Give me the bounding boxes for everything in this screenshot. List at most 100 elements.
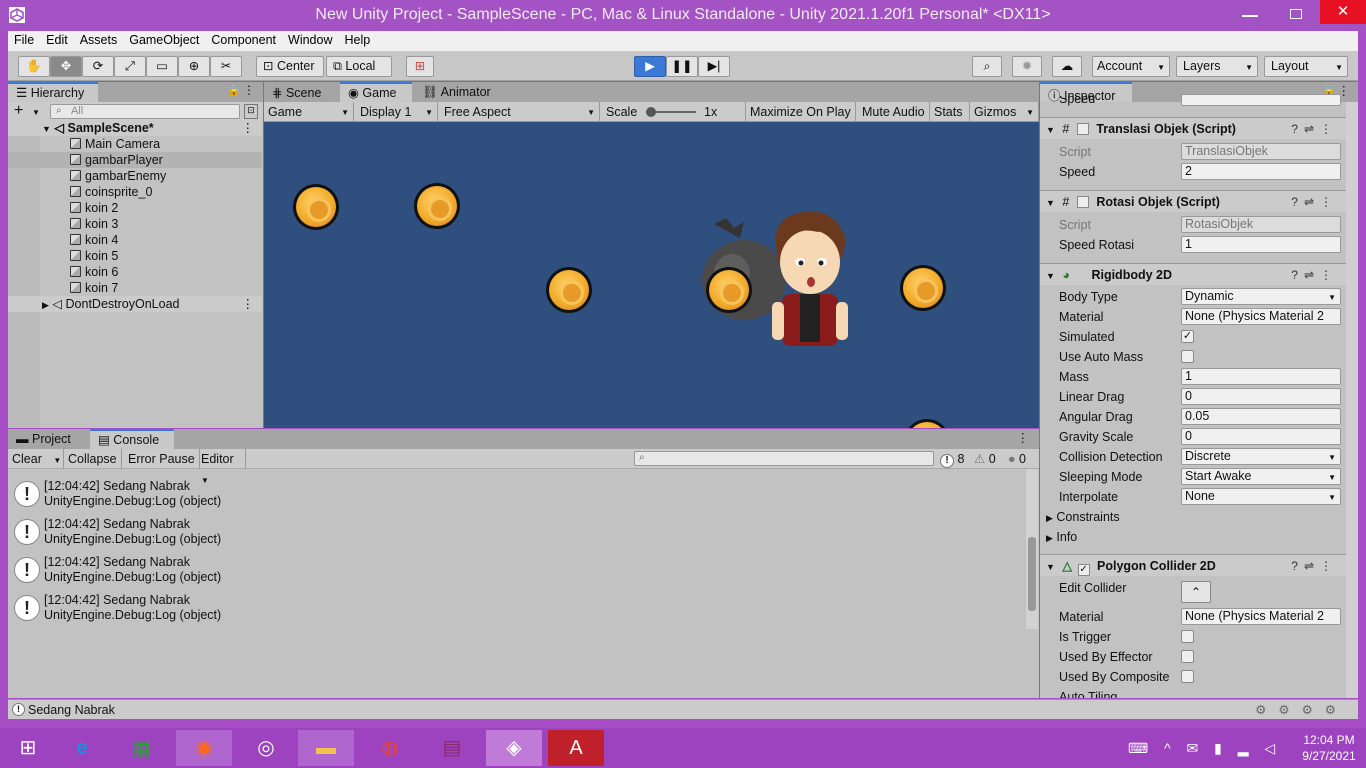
dontdestroy-row[interactable]: ▶ ◁ DontDestroyOnLoad ⋮ — [8, 296, 262, 312]
scene-row[interactable]: ▼ ◁ SampleScene* ⋮ — [8, 120, 262, 136]
hierarchy-item[interactable]: koin 4 — [8, 232, 262, 248]
game-canvas[interactable] — [264, 122, 1039, 428]
hierarchy-item[interactable]: coinsprite_0 — [8, 184, 262, 200]
hierarchy-item[interactable]: koin 5 — [8, 248, 262, 264]
system-tray-icons[interactable]: ⌨ ^ ✉ ▮ ▂ ◁ — [1128, 740, 1281, 757]
used-by-effector-checkbox[interactable] — [1181, 650, 1194, 663]
close-button[interactable]: ✕ — [1320, 0, 1366, 24]
file-explorer-icon[interactable]: ▬ — [298, 730, 354, 766]
ie-icon[interactable]: e — [54, 730, 110, 766]
interpolate-dropdown[interactable]: None — [1181, 488, 1341, 505]
tab-scene[interactable]: ⋕ Scene — [264, 82, 338, 102]
speed-rotasi-field[interactable]: 1 — [1181, 236, 1341, 253]
slider-thumb[interactable] — [646, 107, 656, 117]
hierarchy-item[interactable]: koin 7 — [8, 280, 262, 296]
lock-icon[interactable]: 🔒 — [227, 84, 241, 97]
enable-checkbox[interactable] — [1076, 123, 1089, 135]
polygon-collider-header[interactable]: ▼ △ ✓ Polygon Collider 2D ?⇌⋮ — [1040, 554, 1346, 576]
auto-mass-checkbox[interactable] — [1181, 350, 1194, 363]
winrar-icon[interactable]: ▤ — [424, 730, 480, 766]
menu-window[interactable]: Window — [282, 31, 338, 47]
menu-gameobject[interactable]: GameObject — [123, 31, 205, 47]
move-tool-icon[interactable]: ✥ — [50, 56, 82, 77]
body-type-dropdown[interactable]: Dynamic — [1181, 288, 1341, 305]
tab-game[interactable]: ◉ Game — [340, 82, 412, 102]
pivot-local-button[interactable]: ⧉ Local — [326, 56, 392, 77]
recorder-icon[interactable]: ◎ — [238, 730, 294, 766]
scrollbar-thumb[interactable] — [1028, 537, 1036, 611]
firefox-icon[interactable]: ◉ — [176, 730, 232, 766]
simulated-checkbox[interactable]: ✓ — [1181, 330, 1194, 343]
gizmos-dropdown[interactable]: Gizmos — [970, 102, 1039, 123]
hierarchy-item[interactable]: Main Camera — [8, 136, 262, 152]
store-icon[interactable]: ▦ — [114, 730, 170, 766]
stats-toggle[interactable]: Stats — [930, 102, 970, 122]
is-trigger-checkbox[interactable] — [1181, 630, 1194, 643]
enable-checkbox[interactable]: ✓ — [1077, 564, 1090, 576]
scale-tool-icon[interactable]: ⤢ — [114, 56, 146, 77]
aspect-dropdown[interactable]: Free Aspect — [440, 102, 600, 123]
console-search-input[interactable]: ⌕ — [634, 451, 934, 466]
hierarchy-item[interactable]: koin 3 — [8, 216, 262, 232]
scene-search-icon[interactable]: ⊡ — [244, 104, 258, 119]
menu-assets[interactable]: Assets — [74, 31, 124, 47]
warning-count-toggle[interactable]: ! 8 — [940, 450, 964, 468]
enable-checkbox[interactable] — [1076, 196, 1089, 208]
acrobat-icon[interactable]: A — [548, 730, 604, 766]
layers-dropdown[interactable]: Layers — [1176, 56, 1258, 77]
game-mode-dropdown[interactable]: Game — [264, 102, 354, 123]
account-dropdown[interactable]: Account — [1092, 56, 1170, 77]
status-message[interactable]: Sedang Nabrak — [28, 703, 115, 717]
scale-slider[interactable]: Scale 1x — [602, 102, 746, 122]
collider-material-field[interactable]: None (Physics Material 2 — [1181, 608, 1341, 625]
hierarchy-item[interactable]: gambarEnemy — [8, 168, 262, 184]
hand-tool-icon[interactable]: ✋ — [18, 56, 50, 77]
hierarchy-item[interactable]: koin 2 — [8, 200, 262, 216]
console-entry[interactable]: ! [12:04:42] Sedang Nabrak UnityEngine.Deb… — [8, 591, 1018, 629]
mute-audio-toggle[interactable]: Mute Audio — [858, 102, 930, 122]
minimize-button[interactable] — [1242, 15, 1258, 17]
chevron-down-icon[interactable]: ▼ — [32, 108, 40, 117]
angular-drag-field[interactable]: 0.05 — [1181, 408, 1341, 425]
display-dropdown[interactable]: Display 1 — [356, 102, 438, 123]
play-button[interactable]: ▶ — [634, 56, 666, 77]
inspector-scrollbar[interactable] — [1346, 102, 1358, 698]
linear-drag-field[interactable]: 0 — [1181, 388, 1341, 405]
menu-dots-icon[interactable]: ⋮ — [1017, 430, 1030, 445]
windows-start-icon[interactable]: ⊞ — [0, 730, 56, 766]
mass-field[interactable]: 1 — [1181, 368, 1341, 385]
menu-help[interactable]: Help — [338, 31, 376, 47]
add-icon[interactable]: + — [14, 102, 23, 120]
warn-triangle-count-toggle[interactable]: ⚠ 0 — [974, 450, 996, 468]
hierarchy-item[interactable]: koin 6 — [8, 264, 262, 280]
error-pause-toggle[interactable]: Error Pause — [124, 449, 200, 469]
chrome-icon[interactable]: ◍ — [362, 730, 418, 766]
translasi-component-header[interactable]: ▼ # Translasi Objek (Script) ?⇌⋮ — [1040, 117, 1346, 139]
maximize-on-play-toggle[interactable]: Maximize On Play — [746, 102, 856, 122]
menu-dots-icon[interactable]: ⋮ — [242, 120, 255, 136]
hierarchy-item-selected[interactable]: gambarPlayer — [8, 152, 262, 168]
console-entry[interactable]: ! [12:04:42] Sedang Nabrak UnityEngine.Deb… — [8, 553, 1018, 591]
rect-tool-icon[interactable]: ▭ — [146, 56, 178, 77]
transform-tool-icon[interactable]: ⊕ — [178, 56, 210, 77]
hierarchy-search-input[interactable]: All — [50, 104, 240, 119]
menu-dots-icon[interactable]: ⋮ — [242, 296, 255, 312]
custom-tool-icon[interactable]: ✂ — [210, 56, 242, 77]
rotate-tool-icon[interactable]: ⟳ — [82, 56, 114, 77]
console-scrollbar[interactable] — [1026, 469, 1038, 629]
clock[interactable]: 12:04 PM 9/27/2021 — [1294, 732, 1364, 764]
used-by-composite-checkbox[interactable] — [1181, 670, 1194, 683]
tab-hierarchy[interactable]: ☰ Hierarchy — [8, 82, 98, 102]
status-icons[interactable]: ⚙⚙⚙⚙ — [1255, 702, 1348, 717]
clear-button[interactable]: Clear ▼ — [8, 449, 64, 469]
collision-dropdown[interactable]: Discrete — [1181, 448, 1341, 465]
info-foldout[interactable]: ▶ Info — [1046, 527, 1077, 547]
tab-animator[interactable]: ⛓ Animator — [414, 82, 504, 102]
editor-dropdown[interactable]: Editor ▼ — [198, 449, 246, 485]
step-button[interactable]: ▶| — [698, 56, 730, 77]
layout-dropdown[interactable]: Layout — [1264, 56, 1348, 77]
console-entry[interactable]: ! [12:04:42] Sedang Nabrak UnityEngine.Deb… — [8, 477, 1018, 515]
menu-dots-icon[interactable]: ⋮ — [243, 83, 255, 97]
pause-button[interactable]: ❚❚ — [666, 56, 698, 77]
speed-field[interactable]: 2 — [1181, 163, 1341, 180]
